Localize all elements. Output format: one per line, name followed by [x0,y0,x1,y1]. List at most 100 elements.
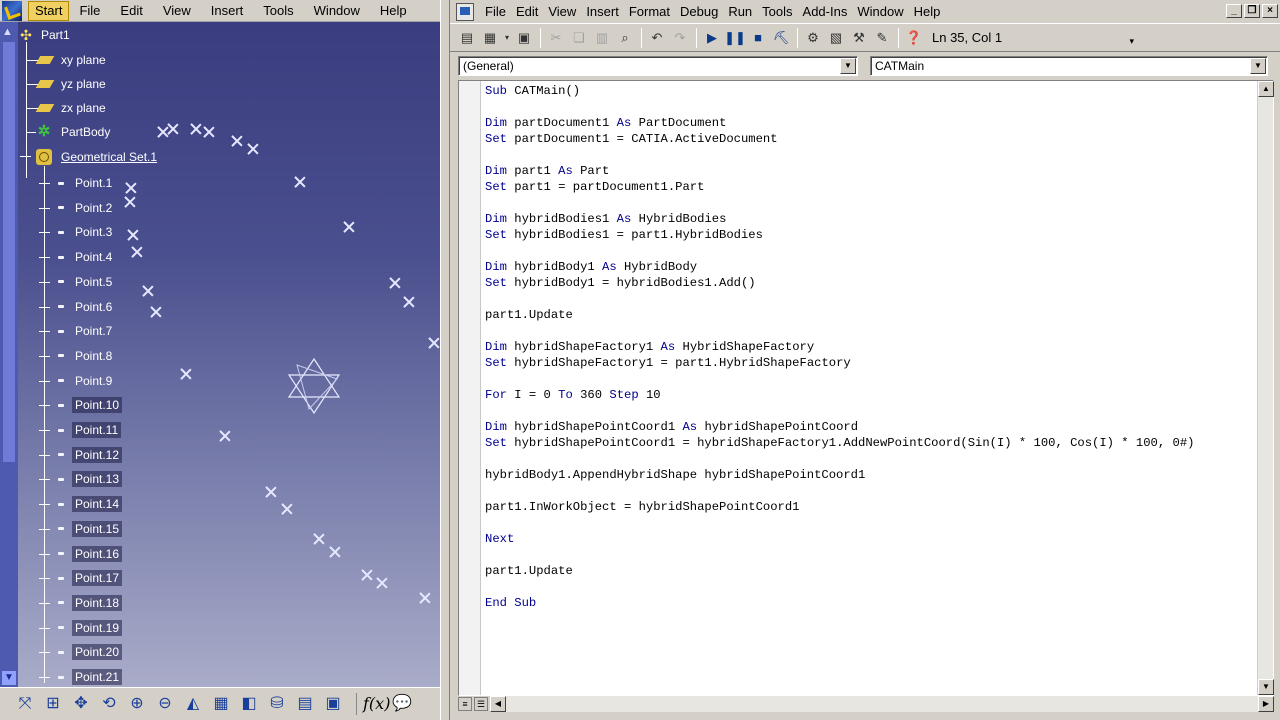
axis-system-icon[interactable] [285,357,343,415]
expand-toggle[interactable] [39,178,50,189]
scroll-up-icon[interactable]: ▲ [1258,81,1274,97]
code-line[interactable]: Next [485,531,1259,547]
code-line[interactable] [485,483,1259,499]
expand-toggle[interactable] [39,449,50,461]
fx-formula-icon[interactable]: f(x) [363,693,390,715]
expand-toggle[interactable] [39,276,50,288]
rotate-icon[interactable]: ✥ [70,693,92,715]
tree-item-point[interactable]: Point.14 [58,495,123,513]
vba-menu-addins[interactable]: Add-Ins [798,0,853,24]
point-marker[interactable] [124,196,136,208]
run-icon[interactable]: ▶ [701,27,723,49]
restore-icon[interactable]: ❐ [1244,4,1260,18]
find-icon[interactable]: ⌕ [614,27,636,49]
code-line[interactable] [485,403,1259,419]
paste-icon[interactable]: ▥ [591,27,613,49]
insert-dropdown-icon[interactable]: ▾ [502,27,512,49]
shading-icon[interactable]: ▦ [210,693,232,715]
point-marker[interactable] [376,577,388,589]
help-icon[interactable]: ❓ [903,27,925,49]
code-line[interactable]: Dim partDocument1 As PartDocument [485,115,1259,131]
expand-toggle[interactable] [39,301,50,313]
catia-menu-file[interactable]: File [69,0,110,22]
point-marker[interactable] [180,368,192,380]
catia-logo-icon[interactable] [2,0,22,21]
tree-item-point[interactable]: Point.10 [58,396,123,414]
procedure-view-icon[interactable]: ≡ [458,697,472,711]
point-marker[interactable] [294,176,306,188]
swap-space-icon[interactable]: ⛁ [266,693,288,715]
tree-item-point[interactable]: Point.19 [58,619,123,637]
properties-window-icon[interactable]: ▧ [825,27,847,49]
expand-toggle[interactable] [39,499,50,511]
scroll-down-icon[interactable]: ▼ [1258,679,1274,695]
insert-module-icon[interactable]: ▦ [479,27,501,49]
hide-show-icon[interactable]: ◧ [238,693,260,715]
break-icon[interactable]: ❚❚ [724,27,746,49]
tree-item-point[interactable]: Point.3 [58,223,115,241]
point-marker[interactable] [131,246,143,258]
collapse-toggle[interactable] [20,151,31,162]
scroll-right-icon[interactable]: ▶ [1258,696,1274,712]
window-splitter[interactable] [440,0,450,720]
tree-item-point[interactable]: Point.18 [58,594,123,612]
expand-toggle[interactable] [39,252,50,264]
code-line[interactable] [485,195,1259,211]
expand-toggle[interactable] [39,647,50,659]
code-line[interactable]: part1.Update [485,307,1259,323]
scroll-thumb[interactable] [3,42,15,462]
code-line[interactable]: Set hybridShapePointCoord1 = hybridShape… [485,435,1259,451]
code-line[interactable]: Sub CATMain() [485,83,1259,99]
vba-menu-help[interactable]: Help [909,0,946,24]
normal-view-icon[interactable]: ⊖ [154,693,176,715]
tree-item-point[interactable]: Point.21 [58,668,123,686]
code-line[interactable]: Set hybridBodies1 = part1.HybridBodies [485,227,1259,243]
object-browser-icon[interactable]: ⚒ [848,27,870,49]
undo-icon[interactable]: ↶ [646,27,668,49]
tree-root-part[interactable]: ✣ Part1 [18,26,73,44]
point-marker[interactable] [265,486,277,498]
point-marker[interactable] [389,277,401,289]
vba-menu-view[interactable]: View [543,0,581,24]
point-marker[interactable] [231,135,243,147]
view-host-icon[interactable]: ▤ [456,27,478,49]
tree-item-xy-plane[interactable]: xy plane [35,51,109,69]
point-marker[interactable] [247,143,259,155]
code-line[interactable] [485,515,1259,531]
procedure-combo[interactable]: CATMain ▼ [870,56,1268,76]
point-marker[interactable] [361,569,373,581]
tree-item-partbody[interactable]: ✲ PartBody [36,123,113,141]
comment-icon[interactable]: ▣ [322,693,344,715]
code-line[interactable]: Set hybridShapeFactory1 = part1.HybridSh… [485,355,1259,371]
catia-menu-insert[interactable]: Insert [201,0,254,22]
cut-icon[interactable]: ✂ [545,27,567,49]
code-line[interactable] [485,371,1259,387]
code-line[interactable] [485,243,1259,259]
code-window[interactable]: Sub CATMain() Dim partDocument1 As PartD… [458,80,1274,696]
tree-item-point[interactable]: Point.2 [58,199,115,217]
save-icon[interactable]: ▣ [513,27,535,49]
code-line[interactable]: Set partDocument1 = CATIA.ActiveDocument [485,131,1259,147]
point-marker[interactable] [313,533,325,545]
tree-item-point[interactable]: Point.11 [58,421,122,439]
breakpoint-margin[interactable] [459,81,481,695]
expand-toggle[interactable] [39,425,50,436]
zoom-in-icon[interactable]: ⟲ [98,693,120,715]
tree-item-point[interactable]: Point.1 [58,174,115,192]
copy-icon[interactable]: ❏ [568,27,590,49]
expand-toggle[interactable] [39,202,50,214]
tree-item-point[interactable]: Point.12 [58,446,123,464]
code-line[interactable]: Set part1 = partDocument1.Part [485,179,1259,195]
expand-toggle[interactable] [39,400,50,412]
point-marker[interactable] [419,592,431,604]
catia-menu-start[interactable]: Start [28,0,70,21]
3d-viewport[interactable]: ✣ Part1 xy plane yz plane zx plane ✲ Par… [0,22,440,687]
minimize-icon[interactable]: _ [1226,4,1242,18]
code-line[interactable]: part1.InWorkObject = hybridShapePointCoo… [485,499,1259,515]
point-marker[interactable] [190,123,202,135]
iso-view-icon[interactable]: ◭ [182,693,204,715]
point-marker[interactable] [403,296,415,308]
vba-menu-tools[interactable]: Tools [757,0,797,24]
tree-item-zx-plane[interactable]: zx plane [35,99,109,117]
point-marker[interactable] [127,229,139,241]
